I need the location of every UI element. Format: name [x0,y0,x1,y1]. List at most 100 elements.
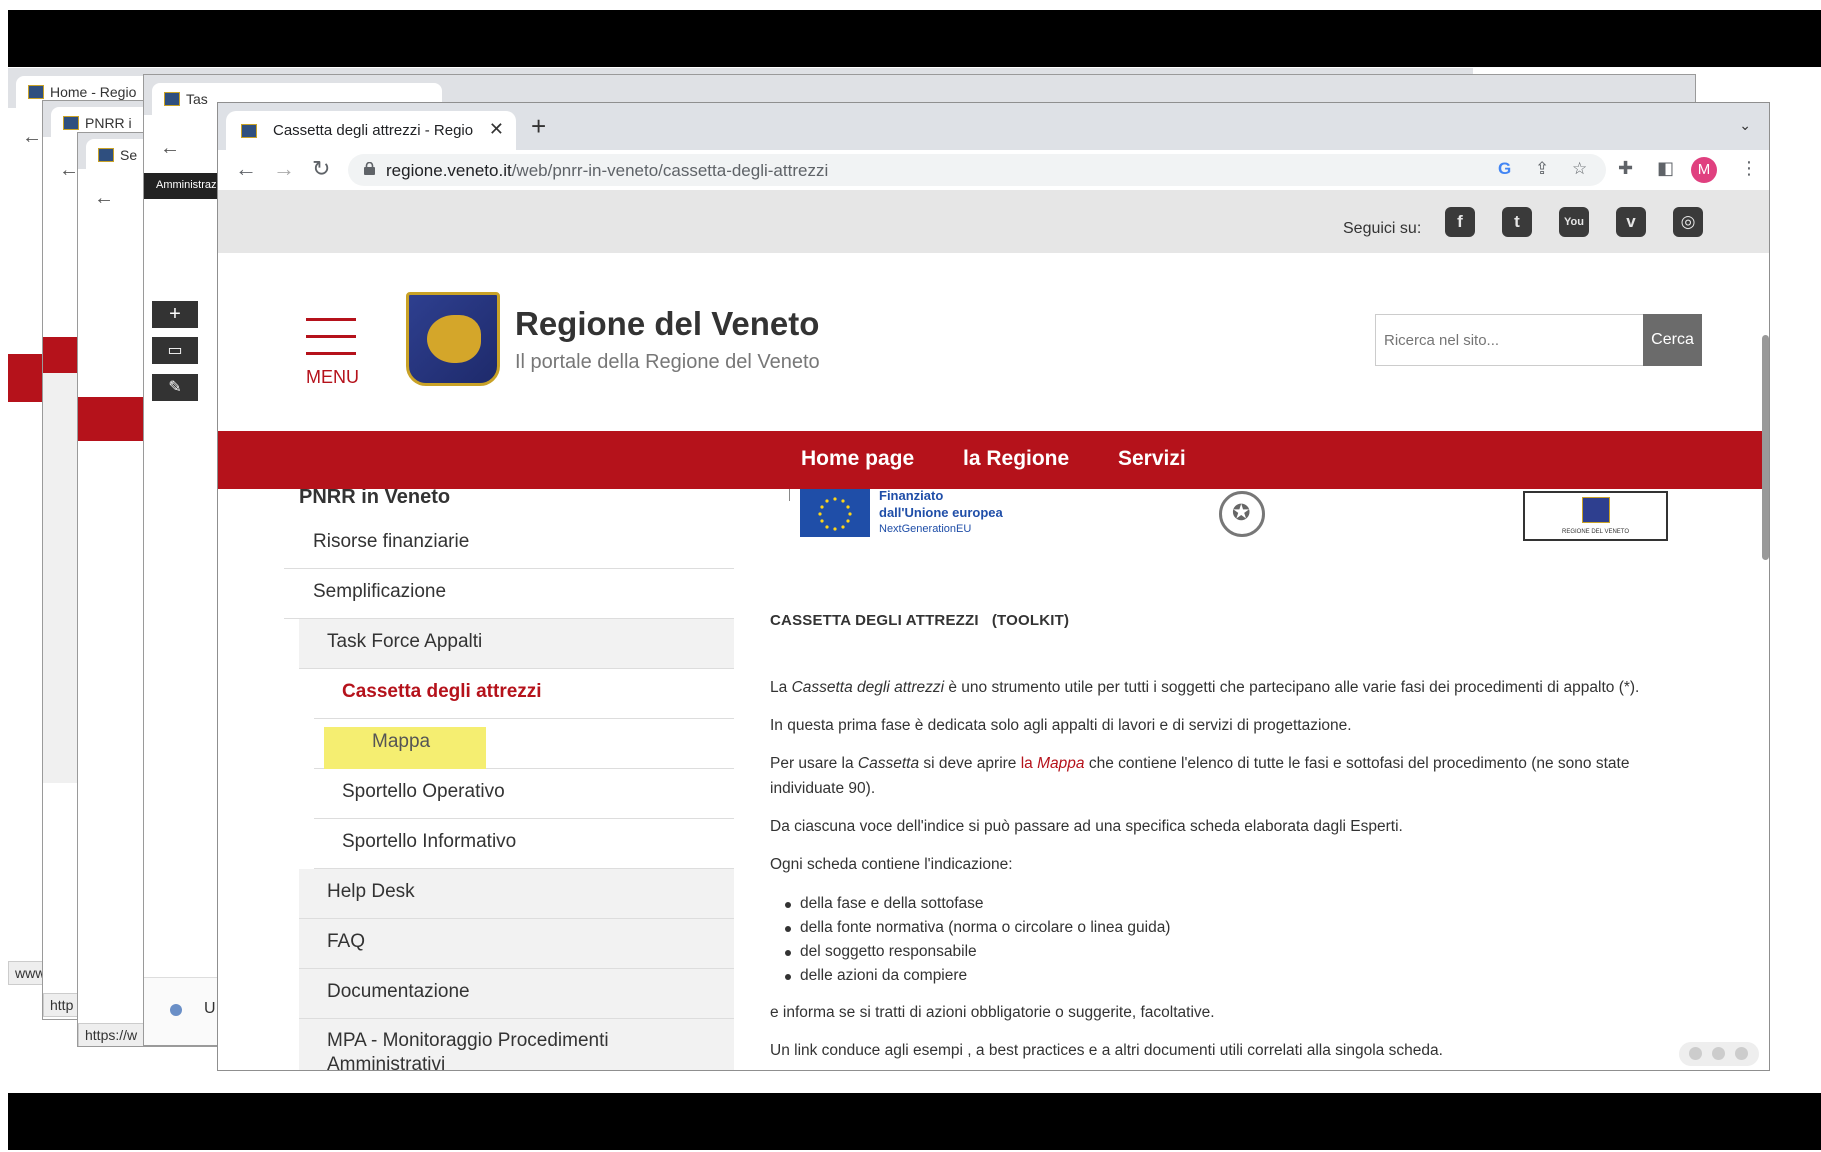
social-bar: Seguici su: f t You v ◎ [218,190,1769,253]
share-icon[interactable]: ⇪ [1535,159,1549,179]
back-arrow-icon[interactable]: ← [22,126,42,149]
regione-logo-caption: REGIONE DEL VENETO [1561,529,1630,535]
bg-tab-4-title: Tas [186,91,208,107]
extensions-icon[interactable]: ✚ [1618,158,1633,179]
sidebar-item-faq[interactable]: FAQ [299,919,734,969]
mappa-link[interactable]: la Mappa [1021,755,1085,772]
sidebar-item-documentazione[interactable]: Documentazione [299,969,734,1019]
list-item: della fonte normativa (norma o circolare… [784,916,1170,940]
text: si deve aprire [919,755,1021,772]
paragraph-2: In questa prima fase è dedicata solo agl… [770,717,1352,734]
profile-avatar[interactable]: M [1691,157,1717,183]
lock-icon [364,162,375,175]
favicon-icon [63,116,79,130]
sidebar-item-label: Help Desk [327,881,415,902]
sidebar-item-label: FAQ [327,931,366,952]
youtube-icon[interactable]: You [1559,207,1589,237]
text: La [770,679,792,696]
nav-servizi[interactable]: Servizi [1118,447,1186,471]
list-item: della fase e della sottofase [784,892,1170,916]
nav-la-regione[interactable]: la Regione [963,447,1069,471]
sidebar-item-risorse-finanziarie[interactable]: Risorse finanziarie [284,519,734,569]
bg-window-4-footer-text: U [204,1000,216,1017]
eu-funding-text: Finanziato dall'Unione europea NextGener… [879,489,1003,538]
back-arrow-icon[interactable]: ← [94,187,114,210]
sidebar-heading[interactable]: PNRR in Veneto [299,489,450,509]
bg-tab-2-title: PNRR i [85,115,132,131]
main-browser-window: Cassetta degli attrezzi - Regio ✕ + ⌄ ← … [217,102,1770,1071]
search-input[interactable] [1375,314,1643,366]
sidebar-item-help-desk[interactable]: Help Desk [299,869,734,919]
site-header: MENU Regione del Veneto Il portale della… [218,253,1769,431]
sidebar-item-label: MPA - Monitoraggio Procedimenti Amminist… [327,1030,609,1071]
reload-icon[interactable]: ↻ [312,156,330,182]
page-content: PNRR in Veneto Risorse finanziarie Sempl… [218,489,1769,1071]
edit-tool-button[interactable]: ✎ [152,374,198,401]
active-tab[interactable]: Cassetta degli attrezzi - Regio ✕ [226,111,516,150]
sidebar-item-label: Documentazione [327,981,470,1002]
sidebar-item-label: Task Force Appalti [327,631,483,652]
sidebar-item-cassetta-degli-attrezzi[interactable]: Cassetta degli attrezzi [314,669,734,719]
nav-home-page[interactable]: Home page [801,447,914,471]
url-domain: regione.veneto.it [386,161,512,180]
more-menu-icon[interactable]: ⋮ [1740,158,1758,179]
paragraph-4: Da ciascuna voce dell'indice si può pass… [770,818,1403,835]
forward-icon[interactable]: → [273,156,295,182]
active-tab-title: Cassetta degli attrezzi - Regio [273,122,474,139]
sidebar-item-label: Sportello Informativo [342,831,517,852]
url-text: regione.veneto.it/web/pnrr-in-veneto/cas… [386,161,828,181]
favicon-icon [241,124,257,138]
back-arrow-icon[interactable]: ← [59,159,79,182]
twitter-icon[interactable]: t [1502,207,1532,237]
instagram-icon[interactable]: ◎ [1673,207,1703,237]
sidebar-item-mpa[interactable]: MPA - Monitoraggio Procedimenti Amminist… [299,1019,734,1071]
site-title[interactable]: Regione del Veneto [515,305,819,343]
text-emphasis: Cassetta [857,755,920,772]
favicon-icon [98,148,114,162]
chevron-down-icon[interactable]: ⌄ [1739,117,1751,134]
close-tab-icon[interactable]: ✕ [489,119,504,140]
back-arrow-icon[interactable]: ← [160,137,180,160]
google-lens-icon[interactable]: G [1498,159,1511,179]
bottom-black-bar [8,1093,1821,1150]
text-emphasis: Cassetta degli attrezzi [791,679,945,696]
sidebar-item-sportello-operativo[interactable]: Sportello Operativo [314,769,734,819]
facebook-icon[interactable]: f [1445,207,1475,237]
sidebar-item-task-force-appalti[interactable]: Task Force Appalti [299,619,734,669]
status-url-3: https://w [78,1023,148,1046]
sidebar-item-mappa[interactable]: Mappa [314,719,734,769]
menu-label[interactable]: MENU [306,367,359,388]
sidebar-item-label: Risorse finanziarie [313,531,470,552]
search-button[interactable]: Cerca [1643,314,1702,366]
vimeo-icon[interactable]: v [1616,207,1646,237]
text: Per usare la [770,755,858,772]
address-bar[interactable]: regione.veneto.it/web/pnrr-in-veneto/cas… [348,154,1606,186]
eu-line-3: NextGenerationEU [879,523,972,535]
back-icon[interactable]: ← [235,156,257,182]
social-label: Seguici su: [1343,220,1422,237]
list-item: delle azioni da compiere [784,964,1170,988]
sidebar-item-sportello-informativo[interactable]: Sportello Informativo [314,819,734,869]
monitor-tool-button[interactable]: ▭ [152,337,198,364]
url-path: /web/pnrr-in-veneto/cassetta-degli-attre… [511,161,829,180]
text: è uno strumento utile per tutti i sogget… [944,679,1640,696]
paragraph-1: La Cassetta degli attrezzi è uno strumen… [770,675,1680,700]
regione-veneto-crest-logo[interactable] [406,292,500,386]
site-subtitle: Il portale della Regione del Veneto [515,351,820,373]
floating-widget[interactable] [1679,1042,1759,1066]
regione-veneto-logo: REGIONE DEL VENETO [1523,491,1668,541]
page-scrollbar[interactable] [1762,335,1769,560]
amministrazione-label: Amministraz [144,173,218,199]
add-tool-button[interactable]: + [152,301,198,328]
new-tab-icon[interactable]: + [531,111,546,142]
sidebar-item-label: Semplificazione [313,581,447,602]
paragraph-5: Ogni scheda contiene l'indicazione: [770,856,1013,873]
sidebar-item-semplificazione[interactable]: Semplificazione [284,569,734,619]
bookmark-star-icon[interactable]: ☆ [1572,159,1587,179]
side-panel-icon[interactable]: ◧ [1657,158,1674,179]
paragraph-6: e informa se si tratti di azioni obbliga… [770,1004,1215,1021]
divider [789,489,790,501]
tab-bar: Cassetta degli attrezzi - Regio ✕ + ⌄ [218,103,1769,150]
hamburger-menu-icon[interactable] [306,318,356,369]
eu-line-2: dall'Unione europea [879,505,1003,520]
